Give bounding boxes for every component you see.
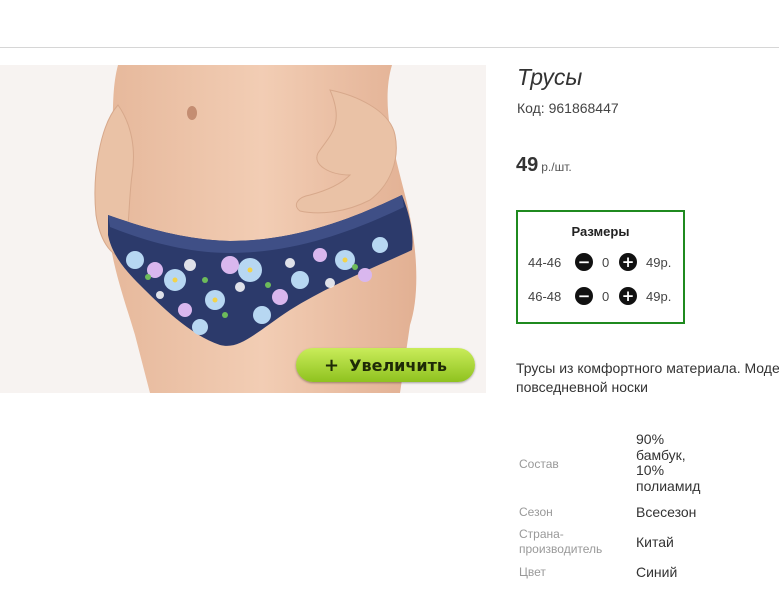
size-price: 49р. xyxy=(646,289,672,304)
size-quantity: 0 xyxy=(602,255,610,270)
spec-label-country: Страна- производитель xyxy=(519,527,602,557)
spec-value-country: Китай xyxy=(636,534,674,550)
spec-value-composition: 90% бамбук, 10% полиамид xyxy=(636,431,701,494)
spec-label-color: Цвет xyxy=(519,565,546,579)
zoom-button[interactable]: + Увеличить xyxy=(296,348,475,382)
spec-value-season: Всесезон xyxy=(636,504,697,520)
description-line: повседневной носки xyxy=(516,379,648,395)
spec-value-line: полиамид xyxy=(636,477,701,494)
product-image xyxy=(0,65,486,393)
description-line: Трусы из комфортного материала. Моде xyxy=(516,360,779,376)
plus-icon: + xyxy=(324,354,340,376)
price-value: 49 xyxy=(516,154,539,176)
product-title: Трусы xyxy=(517,64,583,90)
product-price: 49 р./шт. xyxy=(516,154,572,177)
spec-label-composition: Состав xyxy=(519,457,559,471)
plus-icon[interactable]: + xyxy=(619,287,637,305)
spec-value-line: 90% xyxy=(636,431,665,447)
header-divider xyxy=(0,47,779,48)
size-label: 44-46 xyxy=(528,255,562,270)
size-price: 49р. xyxy=(646,255,672,270)
product-code: Код: 961868447 xyxy=(517,100,619,116)
minus-icon[interactable]: − xyxy=(575,287,593,305)
size-quantity: 0 xyxy=(602,289,610,304)
minus-icon[interactable]: − xyxy=(575,253,593,271)
price-unit: р./шт. xyxy=(541,160,572,174)
sizes-box: Размеры 44-46 − 0 + 49р. 46-48 − 0 + 49р… xyxy=(516,210,685,324)
size-row: 44-46 − 0 + 49р. xyxy=(518,253,683,273)
product-description: Трусы из комфортного материала. Моде пов… xyxy=(516,359,779,397)
spec-label-season: Сезон xyxy=(519,505,553,519)
spec-label-line: производитель xyxy=(519,542,603,556)
product-photo[interactable] xyxy=(0,65,486,393)
spec-label-line: Страна- xyxy=(519,527,564,541)
size-label: 46-48 xyxy=(528,289,562,304)
spec-value-line: 10% xyxy=(636,462,665,478)
size-row: 46-48 − 0 + 49р. xyxy=(518,287,683,307)
plus-icon[interactable]: + xyxy=(619,253,637,271)
spec-value-color: Синий xyxy=(636,564,678,580)
zoom-button-label: Увеличить xyxy=(349,355,447,375)
spec-value-line: бамбук, xyxy=(636,446,686,463)
sizes-heading: Размеры xyxy=(571,224,630,239)
